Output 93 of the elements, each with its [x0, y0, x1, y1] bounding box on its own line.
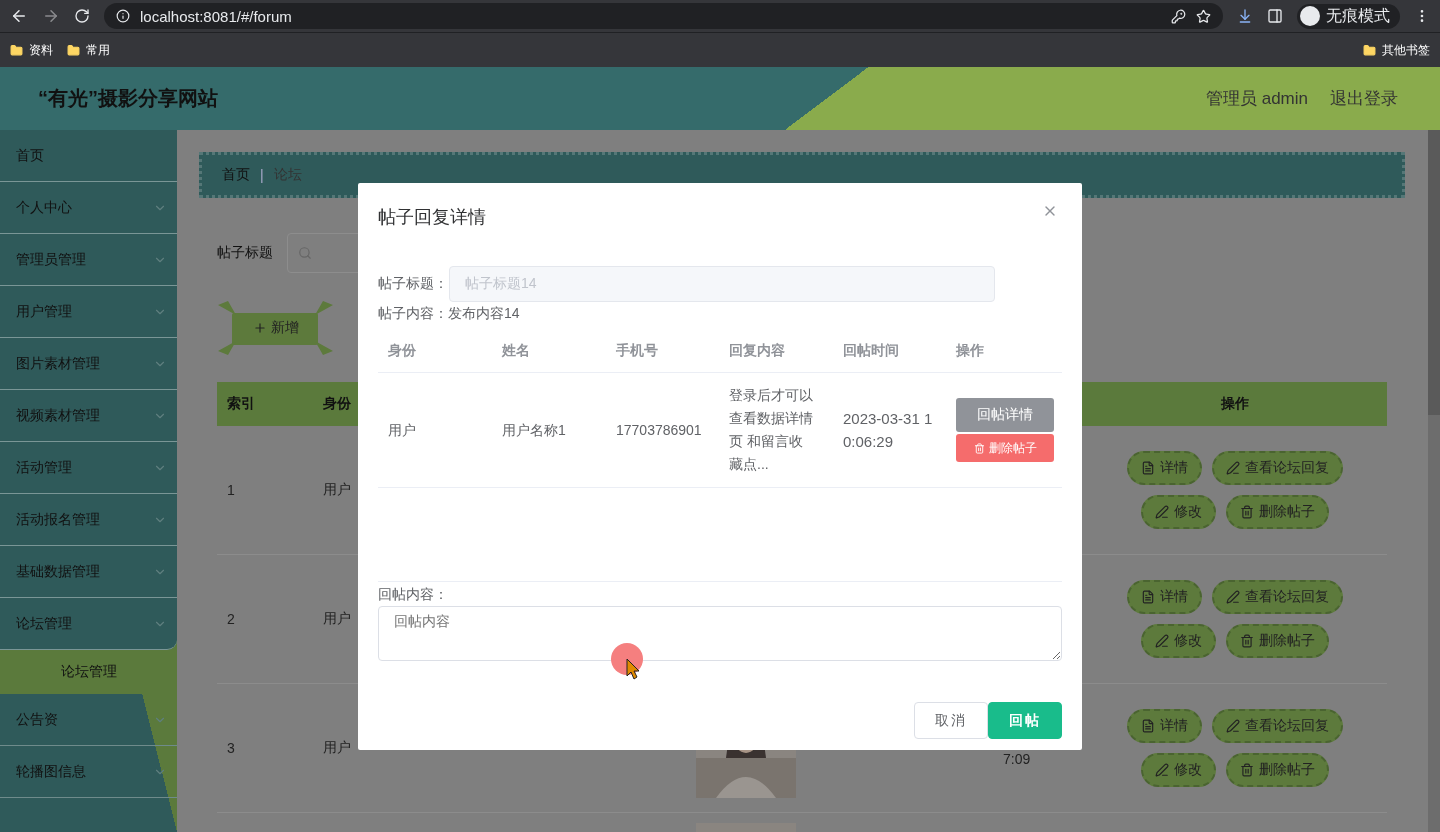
search-icon [298, 246, 312, 260]
sidebar-item[interactable]: 活动管理 [0, 442, 177, 494]
column-header: 姓名 [501, 341, 531, 360]
sidebar-item[interactable]: 基础数据管理 [0, 546, 177, 598]
column-header: 回复内容 [728, 341, 786, 360]
plus-icon [252, 321, 267, 335]
action-button[interactable]: 删除帖子 [956, 434, 1054, 462]
table-cell-text: 17703786901 [615, 420, 703, 440]
document-icon [1141, 461, 1155, 475]
table-cell-text: 用户名称1 [501, 420, 567, 440]
folder-icon [67, 43, 80, 57]
user-label: 管理员 admin [1205, 88, 1308, 110]
key-icon[interactable] [1171, 8, 1186, 24]
cursor-icon [609, 642, 645, 680]
bookmark[interactable]: 常用 [67, 41, 110, 59]
sidebar-item[interactable]: 活动报名管理 [0, 494, 177, 546]
sidebar-item[interactable]: 视频素材管理 [0, 390, 177, 442]
table-cell: 2 [227, 611, 235, 627]
trash-icon [1240, 763, 1254, 777]
column-header: 索引 [226, 395, 255, 413]
reply-field[interactable]: 回帖内容 [378, 606, 1062, 661]
star-icon[interactable] [1196, 8, 1211, 24]
folder-icon [10, 43, 23, 57]
dialog-title: 帖子回复详情 [378, 206, 486, 229]
table-cell-text: 登录后才可以查看数据详情页 和留言收藏点... [728, 386, 813, 474]
table-cell: 3 [227, 740, 235, 756]
pen-icon [1155, 634, 1169, 648]
action-button[interactable]: 查看论坛回复 [1212, 451, 1343, 485]
table-cell: 1 [227, 482, 235, 498]
action-button[interactable]: 回帖详情 [956, 398, 1054, 432]
pen-icon [1155, 763, 1169, 777]
action-button[interactable]: 删除帖子 [1226, 753, 1329, 787]
pen-icon [1155, 505, 1169, 519]
info-icon [116, 9, 130, 23]
download-icon[interactable] [1237, 8, 1253, 24]
column-header: 手机号 [615, 341, 659, 360]
other-bookmarks[interactable]: 其他书签 [1363, 41, 1430, 59]
reply-button[interactable]: 回帖 [988, 702, 1062, 739]
document-icon [1141, 719, 1155, 733]
column-header: 操作 [955, 341, 985, 360]
column-header: 操作 [1221, 395, 1249, 413]
folder-icon [1363, 43, 1376, 57]
action-button[interactable]: 删除帖子 [1226, 495, 1329, 529]
pen-icon [1226, 461, 1240, 475]
breadcrumb-separator: | [260, 167, 264, 183]
add-button[interactable]: 新增 [218, 301, 333, 355]
table-cell: 用户 [323, 739, 351, 757]
column-header: 回帖时间 [842, 341, 900, 360]
column-header: 身份 [322, 395, 351, 413]
column-header: 身份 [387, 341, 417, 360]
logout-link[interactable]: 退出登录 [1330, 87, 1398, 110]
profile-button[interactable]: 无痕模式 [1297, 3, 1400, 29]
sidebar-item[interactable]: 论坛管理 [0, 598, 177, 650]
avatar-icon [1300, 6, 1320, 26]
site-title: “有光”摄影分享网站 [38, 86, 219, 111]
action-button[interactable]: 修改 [1141, 495, 1216, 529]
pen-icon [1226, 719, 1240, 733]
scrollbar[interactable] [1428, 130, 1440, 832]
content-text: 帖子内容：发布内容14 [378, 305, 521, 323]
sidebar-item[interactable]: 个人中心 [0, 182, 177, 234]
action-button[interactable]: 查看论坛回复 [1212, 580, 1343, 614]
field-label: 回帖内容： [378, 586, 449, 604]
action-button[interactable]: 删除帖子 [1226, 624, 1329, 658]
trash-icon [973, 442, 985, 454]
trash-icon [1240, 634, 1254, 648]
sidebar-item[interactable]: 图片素材管理 [0, 338, 177, 390]
table-cell: 7:09 [1003, 751, 1031, 767]
action-button[interactable]: 修改 [1141, 624, 1216, 658]
document-icon [1141, 590, 1155, 604]
sidebar-item[interactable]: 首页 [0, 130, 177, 182]
table-cell-text: 用户 [387, 420, 417, 440]
table-cell: 用户 [323, 610, 351, 628]
table-cell: 用户 [323, 481, 351, 499]
reload-icon[interactable] [74, 8, 90, 24]
address-bar[interactable]: localhost:8081/#/forum [104, 3, 1223, 29]
side-panel-icon[interactable] [1267, 8, 1283, 24]
bookmark[interactable]: 资料 [10, 41, 53, 59]
breadcrumb-link[interactable]: 首页 [222, 166, 250, 184]
field-label: 帖子标题： [378, 275, 449, 293]
sidebar-item[interactable]: 用户管理 [0, 286, 177, 338]
sidebar-item[interactable]: 管理员管理 [0, 234, 177, 286]
action-button[interactable]: 详情 [1127, 580, 1202, 614]
table-cell-text: 2023-03-31 10:06:29 [842, 409, 934, 452]
action-button[interactable]: 修改 [1141, 753, 1216, 787]
forward-icon[interactable] [42, 7, 60, 25]
back-icon[interactable] [10, 7, 28, 25]
cancel-button[interactable]: 取消 [914, 702, 988, 739]
pen-icon [1226, 590, 1240, 604]
action-button[interactable]: 查看论坛回复 [1212, 709, 1343, 743]
search-label: 帖子标题 [217, 244, 273, 262]
action-button[interactable]: 详情 [1127, 709, 1202, 743]
action-button[interactable]: 详情 [1127, 451, 1202, 485]
trash-icon [1240, 505, 1254, 519]
